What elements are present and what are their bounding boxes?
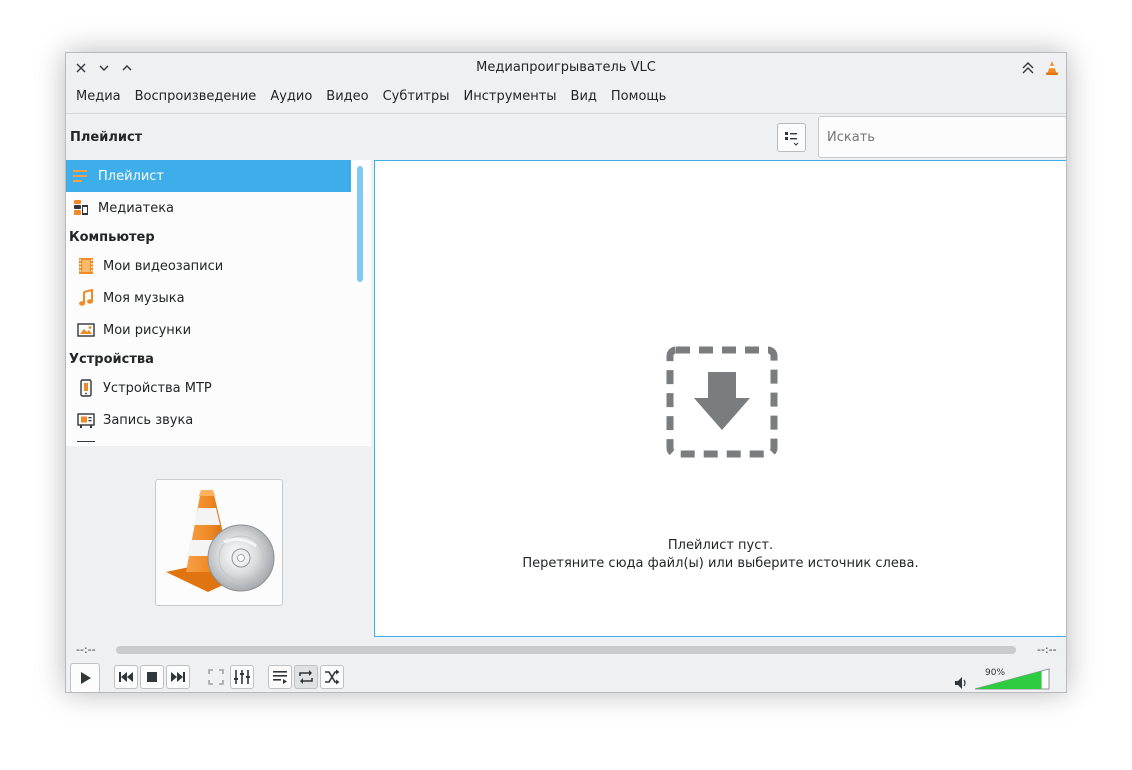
menu-playback[interactable]: Воспроизведение [129, 85, 263, 111]
media-library-icon [72, 199, 90, 217]
playlist-search-input[interactable] [818, 116, 1066, 158]
sidebar: Плейлист Медиатека Компьютер Мои видеоза… [66, 160, 371, 446]
empty-playlist-hint: Перетяните сюда файл(ы) или выберите ист… [522, 556, 919, 571]
empty-playlist-title: Плейлист пуст. [667, 538, 774, 553]
sidebar-item-label: Запись звука [103, 412, 194, 428]
skip-next-icon [171, 672, 185, 682]
window-title: Медиапроигрыватель VLC [476, 60, 656, 75]
sidebar-item-playlist[interactable]: Плейлист [66, 160, 351, 192]
fullscreen-button[interactable] [204, 665, 228, 689]
playlist-icon [273, 671, 287, 684]
menu-tools[interactable]: Инструменты [458, 85, 563, 111]
fullscreen-icon [208, 669, 224, 685]
menu-help[interactable]: Помощь [605, 85, 672, 111]
picture-icon [77, 321, 95, 339]
menu-bar: Медиа Воспроизведение Аудио Видео Субтит… [66, 85, 1066, 111]
sidebar-item-sound-capture[interactable]: Запись звука [66, 404, 351, 436]
play-icon [81, 672, 91, 684]
sidebar-item-label: Медиатека [98, 200, 175, 216]
repeat-icon [299, 670, 313, 684]
vlc-window: Медиапроигрыватель VLC Медиа Воспроизвед… [65, 52, 1067, 693]
play-button[interactable] [70, 663, 100, 692]
equalizer-icon [234, 670, 250, 684]
music-note-icon [77, 289, 95, 307]
sound-capture-icon [77, 411, 95, 429]
sidebar-section-computer: Компьютер [69, 230, 155, 245]
menu-view[interactable]: Вид [565, 85, 603, 111]
stop-button[interactable] [140, 665, 164, 689]
shuffle-icon [325, 669, 340, 685]
loop-button[interactable] [294, 665, 318, 689]
menu-media[interactable]: Медиа [70, 85, 127, 111]
playlist-icon [72, 167, 90, 185]
total-time: --:-- [1037, 643, 1057, 656]
sidebar-item-my-pictures[interactable]: Мои рисунки [66, 314, 351, 346]
list-view-icon [784, 131, 798, 146]
drop-here-icon [666, 346, 778, 458]
stop-icon [147, 672, 157, 682]
sidebar-item-label: Плейлист [98, 168, 165, 184]
sidebar-section-devices: Устройства [69, 352, 154, 367]
sidebar-item-my-music[interactable]: Моя музыка [66, 282, 351, 314]
speaker-icon[interactable] [953, 675, 969, 691]
title-bar: Медиапроигрыватель VLC [66, 53, 1066, 83]
menu-subtitles[interactable]: Субтитры [377, 85, 456, 111]
mtp-device-icon [77, 379, 95, 397]
skip-previous-icon [119, 672, 133, 682]
menu-video[interactable]: Видео [320, 85, 374, 111]
menu-audio[interactable]: Аудио [264, 85, 318, 111]
sidebar-item-my-videos[interactable]: Мои видеозаписи [66, 250, 351, 282]
shuffle-button[interactable] [320, 665, 344, 689]
partially-hidden-item [77, 441, 95, 445]
sidebar-item-label: Устройства MTP [103, 380, 212, 396]
sidebar-item-label: Мои рисунки [103, 322, 192, 338]
playlist-header: Плейлист [70, 130, 143, 145]
film-icon [77, 257, 95, 275]
sidebar-item-label: Моя музыка [103, 290, 185, 306]
app-icon [1043, 59, 1061, 77]
menu-separator [66, 113, 1066, 114]
volume-slider[interactable] [974, 668, 1050, 690]
previous-button[interactable] [114, 665, 138, 689]
playlist-view-mode-button[interactable] [777, 123, 806, 152]
vlc-cone-icon [1046, 61, 1058, 75]
playlist-drop-area[interactable]: Плейлист пуст. Перетяните сюда файл(ы) и… [374, 160, 1066, 637]
elapsed-time: --:-- [76, 643, 96, 656]
vlc-cone-disc-art [166, 490, 275, 592]
album-art [155, 479, 283, 606]
sidebar-item-mtp-devices[interactable]: Устройства MTP [66, 372, 351, 404]
next-button[interactable] [166, 665, 190, 689]
sidebar-item-label: Мои видеозаписи [103, 258, 224, 274]
keep-above-button[interactable] [1019, 59, 1037, 77]
sidebar-item-media-library[interactable]: Медиатека [66, 192, 351, 224]
sidebar-scrollbar-thumb[interactable] [357, 166, 363, 282]
seek-slider[interactable] [116, 646, 1016, 654]
extended-settings-button[interactable] [230, 665, 254, 689]
double-chevron-up-icon [1022, 62, 1034, 74]
toggle-playlist-button[interactable] [268, 665, 292, 689]
